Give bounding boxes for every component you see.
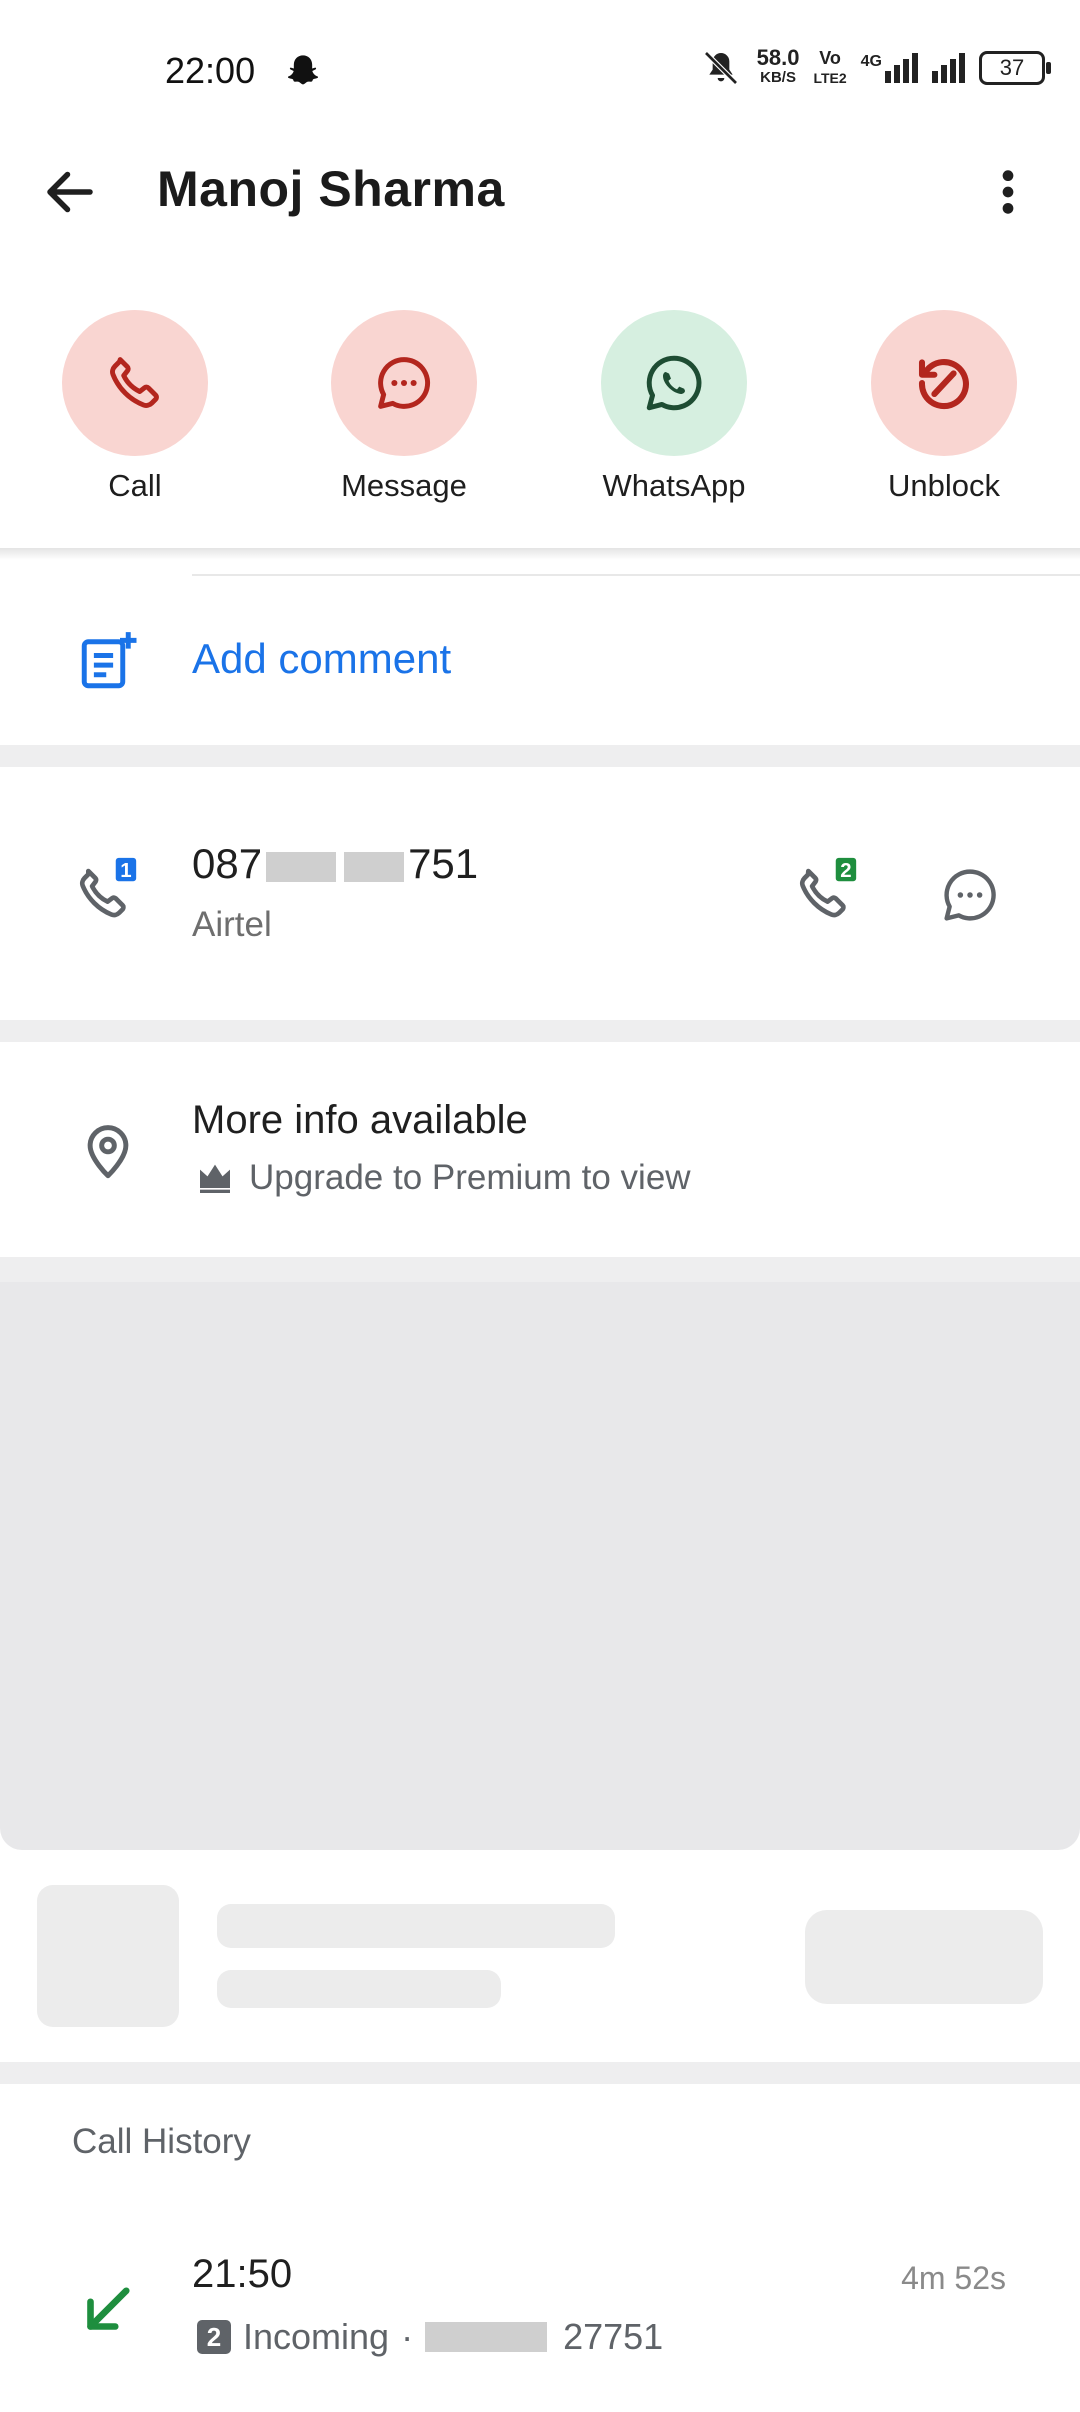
phone-icon [110,357,159,408]
section-separator [0,1020,1080,1042]
carrier-name: Airtel [192,905,272,944]
unblock-button[interactable] [871,310,1017,456]
silent-bell-icon [703,51,738,85]
location-pin-icon [87,1125,129,1179]
section-separator [0,745,1080,767]
contact-name: Manoj Sharma [157,161,505,217]
call-duration: 4m 52s [901,2260,1006,2296]
sms-icon[interactable] [937,862,1003,928]
call-history-title: Call History [72,2122,251,2161]
unblock-icon [918,359,969,410]
whatsapp-button[interactable] [601,310,747,456]
snapchat-icon [288,55,318,85]
message-button[interactable] [331,310,477,456]
section-separator [0,1257,1080,1282]
actions-divider [0,548,1080,560]
redacted-digits [344,851,405,882]
message-action[interactable]: Message [331,310,477,504]
skeleton-button [805,1910,1043,2004]
call-sim1-icon[interactable]: 1 [72,855,142,925]
loading-placeholder [0,1282,1080,1850]
unblock-action[interactable]: Unblock [871,310,1017,504]
skeleton-avatar [37,1885,179,2027]
call-action[interactable]: Call [62,310,208,504]
phone-number: 087 751 [192,840,479,887]
call-history-item[interactable] [0,2225,1080,2405]
whatsapp-action[interactable]: WhatsApp [601,310,747,504]
add-note-icon[interactable] [76,628,142,694]
unblock-label: Unblock [888,468,1000,503]
call-button[interactable] [62,310,208,456]
skeleton-line [217,1904,615,1948]
upgrade-premium-link[interactable]: Upgrade to Premium to view [195,1158,691,1198]
status-time: 22:00 [165,50,256,91]
status-bar: 22:00 58.0 KB/S Vo LTE2 4G 37 [0,0,1080,140]
call-details: 2 Incoming · 27751 [197,2316,663,2358]
incoming-call-arrow-icon [87,2287,130,2330]
more-info-title: More info available [192,1098,528,1142]
volte-indicator: Vo LTE2 [813,48,847,86]
redacted-digits [266,851,337,882]
redacted-digits [425,2322,548,2352]
divider [192,574,1080,576]
add-comment-link[interactable]: Add comment [192,635,451,683]
signal-4g-icon: 4G [861,53,918,83]
chat-bubble-icon [378,357,430,409]
svg-text:1: 1 [120,860,131,882]
skeleton-line [217,1970,501,2008]
more-options-icon[interactable] [980,160,1036,224]
call-time: 21:50 [192,2252,293,2296]
status-icons: 58.0 KB/S Vo LTE2 4G 37 [699,45,1051,88]
crown-icon [200,1164,230,1193]
svg-text:2: 2 [840,860,851,882]
data-speed: 58.0 KB/S [756,45,800,87]
battery-icon: 37 [979,51,1051,85]
call-label: Call [108,468,162,503]
call-sim2-icon[interactable]: 2 [792,855,862,925]
sim2-badge: 2 [197,2320,231,2354]
back-arrow-icon[interactable] [40,162,100,222]
section-separator [0,2062,1080,2084]
signal-bars-icon [932,53,965,83]
whatsapp-icon [646,355,702,411]
message-label: Message [341,468,467,503]
whatsapp-label: WhatsApp [602,468,746,503]
